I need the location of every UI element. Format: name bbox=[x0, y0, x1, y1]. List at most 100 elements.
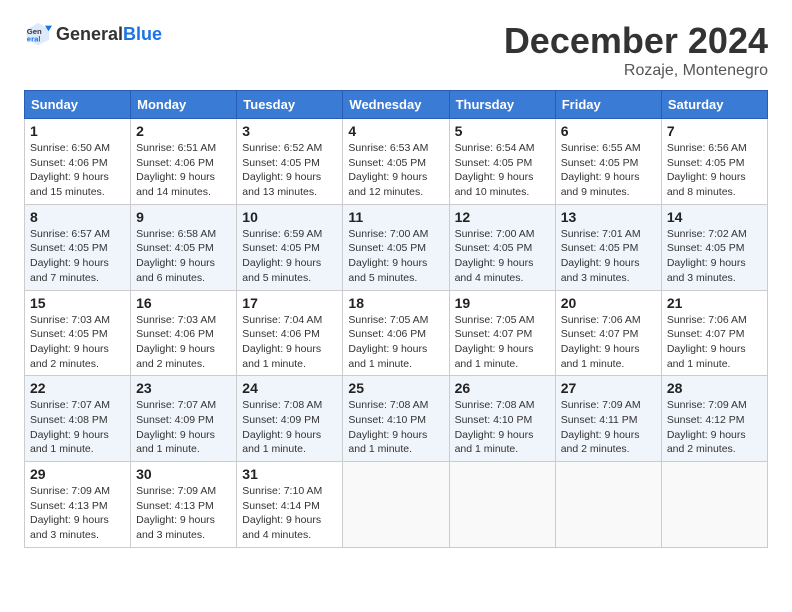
day-number: 26 bbox=[455, 380, 550, 396]
day-number: 1 bbox=[30, 123, 125, 139]
calendar-cell: 26 Sunrise: 7:08 AMSunset: 4:10 PMDayligh… bbox=[449, 376, 555, 462]
calendar-cell: 31Sunrise: 7:10 AMSunset: 4:14 PMDayligh… bbox=[237, 462, 343, 548]
day-info: Sunrise: 7:04 AMSunset: 4:06 PMDaylight:… bbox=[242, 314, 322, 370]
day-info: Sunrise: 7:08 AMSunset: 4:09 PMDaylight:… bbox=[242, 399, 322, 455]
day-info: Sunrise: 6:58 AMSunset: 4:05 PMDaylight:… bbox=[136, 228, 216, 284]
day-number: 9 bbox=[136, 209, 231, 225]
day-number: 23 bbox=[136, 380, 231, 396]
calendar-cell: 9 Sunrise: 6:58 AMSunset: 4:05 PMDaylight… bbox=[131, 204, 237, 290]
logo-icon: Gen eral bbox=[24, 20, 52, 48]
week-row-2: 8 Sunrise: 6:57 AMSunset: 4:05 PMDaylight… bbox=[25, 204, 768, 290]
calendar-cell: 2 Sunrise: 6:51 AMSunset: 4:06 PMDaylight… bbox=[131, 119, 237, 205]
calendar-cell: 19Sunrise: 7:05 AMSunset: 4:07 PMDayligh… bbox=[449, 290, 555, 376]
day-info: Sunrise: 6:50 AMSunset: 4:06 PMDaylight:… bbox=[30, 142, 110, 198]
calendar-cell: 10Sunrise: 6:59 AMSunset: 4:05 PMDayligh… bbox=[237, 204, 343, 290]
day-info: Sunrise: 7:00 AMSunset: 4:05 PMDaylight:… bbox=[348, 228, 428, 284]
day-number: 21 bbox=[667, 295, 762, 311]
day-info: Sunrise: 7:10 AMSunset: 4:14 PMDaylight:… bbox=[242, 485, 322, 541]
svg-text:eral: eral bbox=[27, 35, 41, 44]
day-info: Sunrise: 6:56 AMSunset: 4:05 PMDaylight:… bbox=[667, 142, 747, 198]
calendar-cell: 21 Sunrise: 7:06 AMSunset: 4:07 PMDayligh… bbox=[661, 290, 767, 376]
calendar-cell: 7 Sunrise: 6:56 AMSunset: 4:05 PMDaylight… bbox=[661, 119, 767, 205]
calendar-cell: 18 Sunrise: 7:05 AMSunset: 4:06 PMDayligh… bbox=[343, 290, 449, 376]
day-number: 22 bbox=[30, 380, 125, 396]
day-number: 6 bbox=[561, 123, 656, 139]
day-number: 12 bbox=[455, 209, 550, 225]
week-row-4: 22 Sunrise: 7:07 AMSunset: 4:08 PMDayligh… bbox=[25, 376, 768, 462]
day-info: Sunrise: 7:09 AMSunset: 4:13 PMDaylight:… bbox=[30, 485, 110, 541]
calendar-cell: 27 Sunrise: 7:09 AMSunset: 4:11 PMDayligh… bbox=[555, 376, 661, 462]
day-number: 28 bbox=[667, 380, 762, 396]
day-info: Sunrise: 6:55 AMSunset: 4:05 PMDaylight:… bbox=[561, 142, 641, 198]
day-info: Sunrise: 7:05 AMSunset: 4:06 PMDaylight:… bbox=[348, 314, 428, 370]
day-info: Sunrise: 7:05 AMSunset: 4:07 PMDaylight:… bbox=[455, 314, 535, 370]
day-info: Sunrise: 6:51 AMSunset: 4:06 PMDaylight:… bbox=[136, 142, 216, 198]
day-number: 29 bbox=[30, 466, 125, 482]
calendar-cell: 20Sunrise: 7:06 AMSunset: 4:07 PMDayligh… bbox=[555, 290, 661, 376]
calendar-cell: 16 Sunrise: 7:03 AMSunset: 4:06 PMDayligh… bbox=[131, 290, 237, 376]
week-row-5: 29 Sunrise: 7:09 AMSunset: 4:13 PMDayligh… bbox=[25, 462, 768, 548]
calendar-cell: 13Sunrise: 7:01 AMSunset: 4:05 PMDayligh… bbox=[555, 204, 661, 290]
day-info: Sunrise: 7:00 AMSunset: 4:05 PMDaylight:… bbox=[455, 228, 535, 284]
day-number: 7 bbox=[667, 123, 762, 139]
day-number: 15 bbox=[30, 295, 125, 311]
week-row-1: 1 Sunrise: 6:50 AMSunset: 4:06 PMDaylight… bbox=[25, 119, 768, 205]
day-info: Sunrise: 6:54 AMSunset: 4:05 PMDaylight:… bbox=[455, 142, 535, 198]
day-info: Sunrise: 6:53 AMSunset: 4:05 PMDaylight:… bbox=[348, 142, 428, 198]
calendar-cell: 5Sunrise: 6:54 AMSunset: 4:05 PMDaylight… bbox=[449, 119, 555, 205]
day-info: Sunrise: 7:02 AMSunset: 4:05 PMDaylight:… bbox=[667, 228, 747, 284]
day-info: Sunrise: 7:06 AMSunset: 4:07 PMDaylight:… bbox=[667, 314, 747, 370]
week-row-3: 15 Sunrise: 7:03 AMSunset: 4:05 PMDayligh… bbox=[25, 290, 768, 376]
day-header-saturday: Saturday bbox=[661, 91, 767, 119]
day-header-tuesday: Tuesday bbox=[237, 91, 343, 119]
day-header-thursday: Thursday bbox=[449, 91, 555, 119]
day-number: 14 bbox=[667, 209, 762, 225]
day-info: Sunrise: 7:07 AMSunset: 4:09 PMDaylight:… bbox=[136, 399, 216, 455]
day-number: 3 bbox=[242, 123, 337, 139]
day-number: 30 bbox=[136, 466, 231, 482]
calendar-cell bbox=[661, 462, 767, 548]
day-info: Sunrise: 7:09 AMSunset: 4:13 PMDaylight:… bbox=[136, 485, 216, 541]
day-number: 24 bbox=[242, 380, 337, 396]
day-header-friday: Friday bbox=[555, 91, 661, 119]
title-area: December 2024 Rozaje, Montenegro bbox=[504, 20, 768, 80]
day-info: Sunrise: 6:57 AMSunset: 4:05 PMDaylight:… bbox=[30, 228, 110, 284]
day-info: Sunrise: 7:07 AMSunset: 4:08 PMDaylight:… bbox=[30, 399, 110, 455]
day-info: Sunrise: 7:03 AMSunset: 4:06 PMDaylight:… bbox=[136, 314, 216, 370]
day-number: 18 bbox=[348, 295, 443, 311]
day-info: Sunrise: 7:01 AMSunset: 4:05 PMDaylight:… bbox=[561, 228, 641, 284]
day-number: 25 bbox=[348, 380, 443, 396]
day-number: 27 bbox=[561, 380, 656, 396]
calendar-cell: 4 Sunrise: 6:53 AMSunset: 4:05 PMDaylight… bbox=[343, 119, 449, 205]
calendar-cell bbox=[343, 462, 449, 548]
calendar-cell bbox=[449, 462, 555, 548]
calendar-cell: 25Sunrise: 7:08 AMSunset: 4:10 PMDayligh… bbox=[343, 376, 449, 462]
day-info: Sunrise: 7:09 AMSunset: 4:12 PMDaylight:… bbox=[667, 399, 747, 455]
day-header-sunday: Sunday bbox=[25, 91, 131, 119]
calendar-table: SundayMondayTuesdayWednesdayThursdayFrid… bbox=[24, 90, 768, 548]
header: Gen eral GeneralBlue December 2024 Rozaj… bbox=[24, 20, 768, 80]
calendar-cell: 17 Sunrise: 7:04 AMSunset: 4:06 PMDayligh… bbox=[237, 290, 343, 376]
logo-text: GeneralBlue bbox=[56, 24, 162, 45]
day-number: 4 bbox=[348, 123, 443, 139]
day-number: 20 bbox=[561, 295, 656, 311]
calendar-cell: 6 Sunrise: 6:55 AMSunset: 4:05 PMDaylight… bbox=[555, 119, 661, 205]
day-info: Sunrise: 7:08 AMSunset: 4:10 PMDaylight:… bbox=[455, 399, 535, 455]
day-number: 17 bbox=[242, 295, 337, 311]
calendar-cell: 3Sunrise: 6:52 AMSunset: 4:05 PMDaylight… bbox=[237, 119, 343, 205]
calendar-cell: 8 Sunrise: 6:57 AMSunset: 4:05 PMDaylight… bbox=[25, 204, 131, 290]
day-number: 8 bbox=[30, 209, 125, 225]
calendar-title: December 2024 bbox=[504, 20, 768, 62]
calendar-subtitle: Rozaje, Montenegro bbox=[504, 62, 768, 80]
calendar-cell: 1 Sunrise: 6:50 AMSunset: 4:06 PMDaylight… bbox=[25, 119, 131, 205]
logo-general: General bbox=[56, 24, 123, 44]
day-info: Sunrise: 7:09 AMSunset: 4:11 PMDaylight:… bbox=[561, 399, 641, 455]
calendar-cell: 28 Sunrise: 7:09 AMSunset: 4:12 PMDayligh… bbox=[661, 376, 767, 462]
day-info: Sunrise: 7:03 AMSunset: 4:05 PMDaylight:… bbox=[30, 314, 110, 370]
day-header-wednesday: Wednesday bbox=[343, 91, 449, 119]
day-info: Sunrise: 6:59 AMSunset: 4:05 PMDaylight:… bbox=[242, 228, 322, 284]
day-number: 2 bbox=[136, 123, 231, 139]
logo-blue: Blue bbox=[123, 24, 162, 44]
calendar-cell: 24 Sunrise: 7:08 AMSunset: 4:09 PMDayligh… bbox=[237, 376, 343, 462]
day-number: 16 bbox=[136, 295, 231, 311]
